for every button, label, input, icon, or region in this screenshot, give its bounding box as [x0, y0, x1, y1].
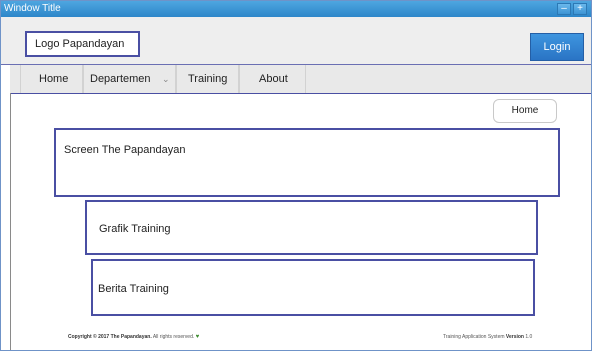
grafik-training-panel: Grafik Training [85, 200, 538, 255]
company-name: The Papandayan. [110, 334, 152, 340]
nav-item-label: Departemen [90, 73, 151, 85]
footer: Copyright © 2017 The Papandayan. All rig… [11, 327, 591, 347]
window-title: Window Title [4, 3, 61, 14]
title-bar[interactable]: Window Title – + [1, 1, 591, 17]
berita-training-title: Berita Training [98, 283, 169, 295]
nav-item-home[interactable]: Home [20, 65, 83, 93]
nav-item-label: Training [188, 73, 228, 85]
main-nav: Home Departemen ⌄ Training About [10, 65, 591, 94]
application-window: Window Title – + Logo Papandayan Login H… [0, 0, 592, 351]
app-header: Logo Papandayan Login [1, 17, 591, 65]
maximize-button[interactable]: + [573, 3, 587, 15]
version-label: Version [505, 334, 524, 340]
nav-item-label: About [259, 73, 288, 85]
nav-item-training[interactable]: Training [176, 65, 239, 93]
screen-panel: Screen The Papandayan [54, 128, 560, 197]
berita-training-panel: Berita Training [91, 259, 535, 316]
grafik-training-title: Grafik Training [99, 223, 171, 235]
nav-item-label: Home [39, 73, 69, 85]
rights-text: All rights reserved. [152, 334, 195, 340]
copyright-prefix: Copyright © 2017 [68, 334, 110, 340]
system-version: Training Application System Version 1.0 [443, 334, 532, 340]
chevron-down-icon: ⌄ [162, 74, 170, 84]
login-button[interactable]: Login [530, 33, 584, 61]
nav-item-departemen[interactable]: Departemen ⌄ [83, 65, 176, 93]
logo[interactable]: Logo Papandayan [25, 31, 140, 57]
minimize-button[interactable]: – [557, 3, 571, 15]
heart-icon: ♥ [195, 334, 200, 340]
breadcrumb-home-button[interactable]: Home [493, 99, 557, 123]
version-number: 1.0 [525, 334, 533, 340]
copyright-text: Copyright © 2017 The Papandayan. All rig… [68, 334, 199, 340]
logo-text: Logo Papandayan [35, 38, 125, 50]
nav-item-about[interactable]: About [239, 65, 306, 93]
system-label: Training Application System [443, 334, 505, 340]
content-divider [10, 93, 11, 350]
screen-panel-title: Screen The Papandayan [64, 144, 186, 156]
